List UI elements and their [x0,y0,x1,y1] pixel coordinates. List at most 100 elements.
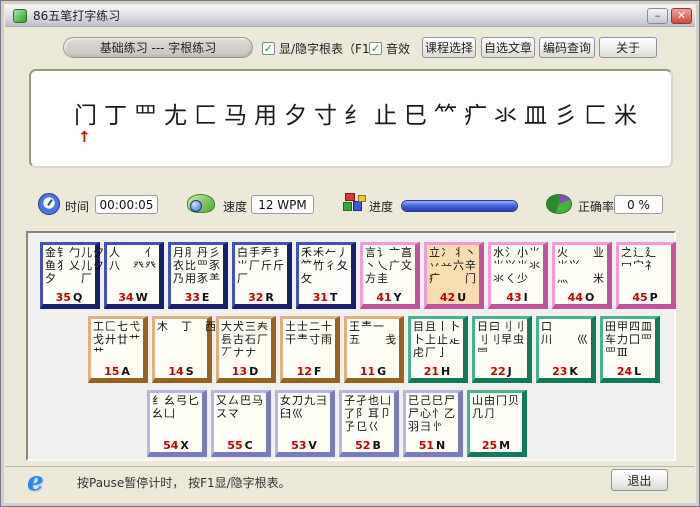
key-B[interactable]: 子孑也凵 了阝耳卩 孒㔾巜 52 B [339,390,399,457]
key-radicals: 土士二十 干龶寸雨 [285,320,333,346]
key-label: 12 F [296,365,322,378]
key-label: 23 K [552,365,578,378]
key-M[interactable]: 山由冂贝 几⺆ 25 M [467,390,527,457]
key-X[interactable]: 纟幺弓匕 幺凵 54 X [147,390,207,457]
key-label: 32 R [248,291,274,304]
mode-label: 基础练习 --- 字根练习 [63,37,253,58]
key-H[interactable]: 目且丨卜 卜上止龰 虍厂亅 21 H [408,316,468,383]
checkbox-check-icon[interactable]: ✓ [262,42,275,55]
speed-value: 12 WPM [251,195,314,214]
key-radicals: 白手龵扌 ⺌厂斤斤厂 [237,246,285,285]
ie-logo-icon: e [27,467,44,497]
key-O[interactable]: 火 业⺌⺍灬 米 44 O [552,242,612,309]
key-label: 33 E [184,291,210,304]
progress-fill [402,201,517,211]
sound-label: 音效 [386,42,411,56]
practice-chars: 门丁罒尢匚马用夕寸纟止巳⺮疒氺皿彡匚米 [74,103,644,129]
key-radicals: 纟幺弓匕 幺凵 [152,394,200,420]
key-label: 42 U [439,291,467,304]
key-T[interactable]: 禾𥝌𠂉丿 ⺮竹彳夂攵 31 T [296,242,356,309]
time-value: 00:00:05 [95,195,158,214]
accuracy-label: 正确率 [578,200,615,214]
key-U[interactable]: 立冫丬丶 丷䒑六辛疒 门 42 U [424,242,484,309]
time-label: 时间 [65,200,90,214]
key-radicals: 立冫丬丶 丷䒑六辛疒 门 [429,246,477,285]
key-L[interactable]: 田甲四皿 车力囗罒 罒Ⅲ 24 L [600,316,660,383]
key-K[interactable]: 口川 巛 23 K [536,316,596,383]
key-label: 45 P [632,291,658,304]
window-title: 86五笔打字练习 [33,9,121,23]
key-radicals: 火 业⺌⺍灬 米 [557,246,605,285]
key-I[interactable]: 水氵小⺌ ⺌⺍⺌氺 氺ㄑ少 43 I [488,242,548,309]
titlebar: 86五笔打字练习 – ✕ [5,5,695,27]
key-radicals: 目且丨卜 卜上止龰 虍厂亅 [413,320,461,359]
key-radicals: 子孑也凵 了阝耳卩 孒㔾巜 [344,394,392,433]
key-radicals: 人 亻八 癶癶 [109,246,157,272]
key-label: 22 J [490,365,512,378]
key-F[interactable]: 土士二十 干龶寸雨 12 F [280,316,340,383]
progress-label: 进度 [369,200,394,214]
key-label: 51 N [418,439,446,452]
key-N[interactable]: 已己巳尸 尸心忄乙 羽彐㣺 51 N [403,390,463,457]
keyboard-row-3: 纟幺弓匕 幺凵 54 X 又厶巴马 スマ 55 C 女刀九彐 臼巛 53 V 子孑也凵 了阝耳卩 孒㔾巜 52… [147,390,527,457]
key-J[interactable]: 日曰刂刂 刂刂早虫⺜ 22 J [472,316,532,383]
key-Q[interactable]: 金钅勹儿夕 鱼犭乂儿ク夕 厂 35 Q [40,242,105,309]
key-label: 35 Q [55,291,83,304]
show-radicals-checkbox[interactable]: ✓ 显/隐字根表（F1） [262,40,382,57]
key-Y[interactable]: 言讠亠亯 丶乀广文 方圭 41 Y [360,242,420,309]
key-W[interactable]: 人 亻八 癶癶 34 W [104,242,164,309]
key-radicals: 已己巳尸 尸心忄乙 羽彐㣺 [408,394,456,433]
key-label: 11 G [359,365,387,378]
clock-icon [38,193,60,215]
key-R[interactable]: 白手龵扌 ⺌厂斤斤厂 32 R [232,242,292,309]
key-radicals: 水氵小⺌ ⺌⺍⺌氺 氺ㄑ少 [493,246,541,285]
custom-article-button[interactable]: 自选文章 [481,37,535,58]
key-label: 41 Y [376,291,402,304]
key-P[interactable]: 之辶廴 冖宀礻 45 P [616,242,676,309]
key-radicals: 山由冂贝 几⺆ [472,394,520,420]
key-E[interactable]: 月⺼丹彡 衣比罒豕 乃用豕⺷ 33 E [168,242,228,309]
speedometer-icon [187,194,215,213]
key-label: 34 W [118,291,148,304]
key-D[interactable]: 大犬三𡗗 镸古石厂 丆ナナ 13 D [216,316,276,383]
key-label: 14 S [168,365,194,378]
exit-button[interactable]: 退出 [611,469,668,491]
key-radicals: 田甲四皿 车力囗罒 罒Ⅲ [605,320,653,359]
keyboard-row-2: 工匚七弋 戈廾廿艹艹 15 A 木 丁 西 14 S 大犬三𡗗 镸古石厂 丆ナナ 13 D 土士二十 干龶… [88,316,660,383]
cursor-arrow-icon: ↑ [78,128,91,146]
minimize-button[interactable]: – [647,7,668,24]
key-label: 44 O [567,291,595,304]
statusbar-hint: 按Pause暂停计时， 按F1显/隐字根表。 [77,476,291,490]
sound-checkbox[interactable]: ✓ 音效 [369,40,410,57]
key-radicals: 口川 巛 [541,320,589,346]
key-radicals: 王龶一五 戋 [349,320,397,346]
key-S[interactable]: 木 丁 西 14 S [152,316,216,383]
radical-keyboard-panel: 金钅勹儿夕 鱼犭乂儿ク夕 厂 35 Q 人 亻八 癶癶 34 W 月⺼丹彡 衣比罒豕 乃用豕⺷ 33… [26,231,676,461]
key-radicals: 之辶廴 冖宀礻 [621,246,657,272]
key-G[interactable]: 王龶一五 戋 11 G [344,316,404,383]
key-label: 53 V [291,439,317,452]
key-label: 24 L [616,365,642,378]
app-window: 86五笔打字练习 – ✕ 基础练习 --- 字根练习 ✓ 显/隐字根表（F1） … [0,0,700,507]
speed-label: 速度 [223,200,248,214]
progress-blocks-icon [343,193,367,214]
close-button[interactable]: ✕ [671,7,692,24]
about-button[interactable]: 关于 [599,37,657,58]
key-radicals: 金钅勹儿夕 鱼犭乂儿ク夕 厂 [45,246,105,285]
accuracy-pie-icon [546,194,572,214]
key-label: 43 I [506,291,528,304]
key-A[interactable]: 工匚七弋 戈廾廿艹艹 15 A [88,316,148,383]
key-radicals: 日曰刂刂 刂刂早虫⺜ [477,320,525,359]
key-V[interactable]: 女刀九彐 臼巛 53 V [275,390,335,457]
key-C[interactable]: 又厶巴马 スマ 55 C [211,390,271,457]
show-radicals-label: 显/隐字根表（F1） [279,42,382,56]
key-label: 52 B [355,439,381,452]
key-label: 31 T [312,291,338,304]
course-select-button[interactable]: 课程选择 [422,37,476,58]
keyboard-row-1: 金钅勹儿夕 鱼犭乂儿ク夕 厂 35 Q 人 亻八 癶癶 34 W 月⺼丹彡 衣比罒豕 乃用豕⺷ 33… [40,242,676,309]
key-radicals: 禾𥝌𠂉丿 ⺮竹彳夂攵 [301,246,349,285]
checkbox-check-icon[interactable]: ✓ [369,42,382,55]
code-lookup-button[interactable]: 编码查询 [539,37,595,58]
key-radicals: 月⺼丹彡 衣比罒豕 乃用豕⺷ [173,246,221,285]
progress-bar [401,200,518,212]
